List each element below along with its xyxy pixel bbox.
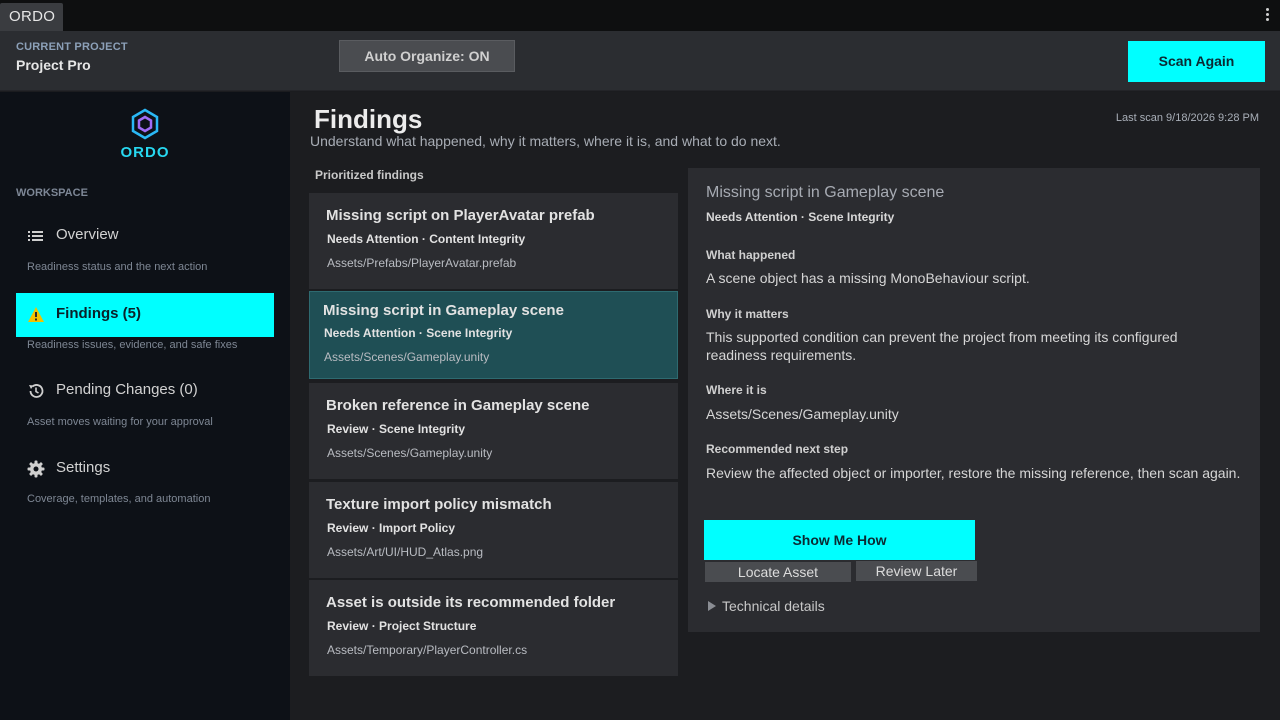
sidebar-item-description: Asset moves waiting for your approval xyxy=(27,416,213,428)
finding-title: Texture import policy mismatch xyxy=(326,496,552,513)
finding-card[interactable]: Asset is outside its recommended folder … xyxy=(309,580,678,676)
locate-asset-button[interactable]: Locate Asset xyxy=(705,562,851,582)
current-project-label: CURRENT PROJECT xyxy=(16,41,128,53)
finding-meta: Review · Project Structure xyxy=(327,619,477,633)
finding-card[interactable]: Missing script on PlayerAvatar prefab Ne… xyxy=(309,193,678,289)
next-step-heading: Recommended next step xyxy=(706,442,849,456)
workspace-label: WORKSPACE xyxy=(16,187,88,199)
tab-strip: ORDO xyxy=(0,0,1280,31)
finding-title: Missing script on PlayerAvatar prefab xyxy=(326,207,595,224)
next-step-text: Review the affected object or importer, … xyxy=(706,465,1241,481)
finding-card[interactable]: Broken reference in Gameplay scene Revie… xyxy=(309,383,678,479)
finding-meta: Review · Import Policy xyxy=(327,521,456,535)
current-project-name: Project Pro xyxy=(16,57,91,73)
sidebar-item-description: Readiness issues, evidence, and safe fix… xyxy=(27,339,238,351)
sidebar-item-description: Coverage, templates, and automation xyxy=(27,493,211,505)
where-it-is-heading: Where it is xyxy=(706,383,767,397)
sidebar-item-findings[interactable]: Findings (5) xyxy=(16,293,274,337)
finding-card[interactable]: Texture import policy mismatch Review · … xyxy=(309,482,678,578)
sidebar-item-label: Findings (5) xyxy=(56,305,141,322)
sidebar-item-pending-changes[interactable]: Pending Changes (0) xyxy=(16,369,274,413)
sidebar: ORDO WORKSPACE Overview Readiness status… xyxy=(0,92,290,720)
hexagon-logo-icon xyxy=(131,108,159,140)
caret-right-icon xyxy=(708,601,716,612)
what-happened-heading: What happened xyxy=(706,248,796,262)
review-later-button[interactable]: Review Later xyxy=(856,561,977,581)
finding-path: Assets/Prefabs/PlayerAvatar.prefab xyxy=(327,256,517,270)
last-scan-timestamp: Last scan 9/18/2026 9:28 PM xyxy=(1115,112,1259,124)
finding-path: Assets/Art/UI/HUD_Atlas.png xyxy=(327,545,484,559)
finding-detail-panel: Missing script in Gameplay scene Needs A… xyxy=(688,168,1260,632)
prioritized-findings-label: Prioritized findings xyxy=(315,168,424,182)
finding-card-selected[interactable]: Missing script in Gameplay scene Needs A… xyxy=(309,291,678,379)
finding-path: Assets/Scenes/Gameplay.unity xyxy=(324,350,490,364)
sidebar-item-description: Readiness status and the next action xyxy=(27,261,208,273)
sidebar-item-label: Overview xyxy=(56,226,119,243)
header-bar: CURRENT PROJECT Project Pro Auto Organiz… xyxy=(0,31,1280,91)
scan-again-button[interactable]: Scan Again xyxy=(1128,41,1265,82)
sidebar-item-label: Settings xyxy=(56,459,111,476)
tab-ordo[interactable]: ORDO xyxy=(0,3,63,31)
detail-title: Missing script in Gameplay scene xyxy=(706,184,945,201)
why-it-matters-heading: Why it matters xyxy=(706,307,789,321)
list-icon xyxy=(28,231,43,241)
main-content: Findings Understand what happened, why i… xyxy=(290,92,1280,720)
finding-path: Assets/Temporary/PlayerController.cs xyxy=(327,643,528,657)
warning-icon xyxy=(28,307,44,322)
logo-text: ORDO xyxy=(120,144,170,161)
finding-title: Missing script in Gameplay scene xyxy=(323,302,564,319)
ordo-logo: ORDO xyxy=(119,108,171,164)
sidebar-item-settings[interactable]: Settings xyxy=(16,447,274,491)
auto-organize-toggle[interactable]: Auto Organize: ON xyxy=(339,40,515,72)
page-title: Findings xyxy=(314,104,423,134)
page-subtitle: Understand what happened, why it matters… xyxy=(310,133,781,149)
more-options-icon[interactable] xyxy=(1266,8,1270,24)
finding-meta: Review · Scene Integrity xyxy=(327,422,466,436)
history-icon xyxy=(29,384,44,398)
why-it-matters-text: This supported condition can prevent the… xyxy=(706,329,1178,363)
sidebar-item-overview[interactable]: Overview xyxy=(16,214,274,258)
finding-title: Asset is outside its recommended folder xyxy=(326,594,616,611)
technical-details-label: Technical details xyxy=(722,598,825,614)
sidebar-item-label: Pending Changes (0) xyxy=(56,381,198,398)
technical-details-toggle[interactable]: Technical details xyxy=(708,598,825,614)
gear-icon xyxy=(27,460,45,478)
detail-meta: Needs Attention · Scene Integrity xyxy=(706,210,895,224)
show-me-how-button[interactable]: Show Me How xyxy=(704,520,975,560)
finding-meta: Needs Attention · Content Integrity xyxy=(327,232,526,246)
finding-title: Broken reference in Gameplay scene xyxy=(326,397,590,414)
finding-path: Assets/Scenes/Gameplay.unity xyxy=(327,446,493,460)
finding-meta: Needs Attention · Scene Integrity xyxy=(324,326,513,340)
where-it-is-text: Assets/Scenes/Gameplay.unity xyxy=(706,406,899,422)
what-happened-text: A scene object has a missing MonoBehavio… xyxy=(706,270,1030,286)
